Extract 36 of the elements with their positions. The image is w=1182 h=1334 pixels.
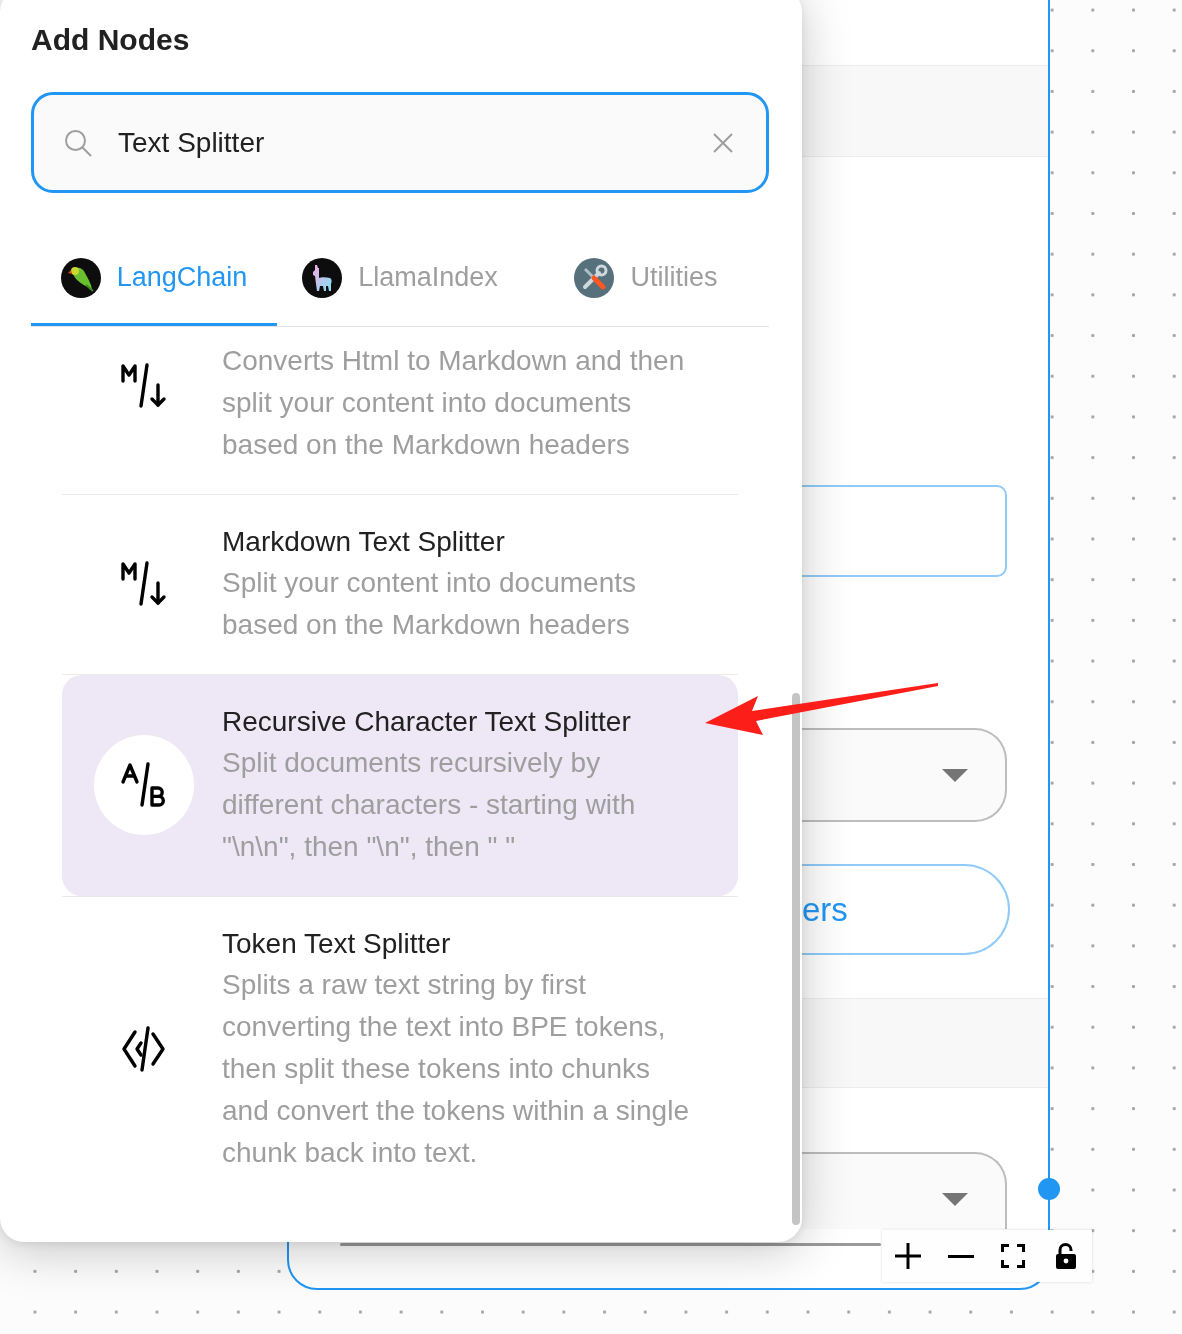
node-list-item[interactable]: Markdown Text Splitter Split your content into documents based on the Markdown headers	[62, 495, 738, 674]
llama-icon	[302, 257, 343, 298]
search-field[interactable]: Text Splitter	[31, 92, 769, 193]
item-title: Token Text Splitter	[222, 927, 452, 961]
item-description: Split your content into documents based on the Markdown headers	[222, 566, 637, 642]
caret-icon	[942, 768, 968, 782]
item-description: Splits a raw text string by first converting the text into BPE tokens, then split these tokens into chunks and convert the tokens within a single chunk back into text.	[222, 968, 690, 1170]
connection-handle[interactable]	[1038, 1178, 1060, 1200]
tab[interactable]: Utilities	[523, 240, 769, 326]
item-title: Recursive Character Text Splitter	[222, 705, 632, 739]
scrollbar-thumb[interactable]	[792, 693, 800, 1225]
tools-icon	[574, 257, 615, 298]
plus-icon	[895, 1243, 922, 1269]
markdown-icon	[120, 363, 168, 409]
pill-button[interactable]: ers	[802, 864, 1010, 955]
code-brackets-icon	[120, 1026, 168, 1072]
tab[interactable]: LangChain	[31, 240, 277, 326]
dropdown-field[interactable]	[802, 1152, 1007, 1229]
dropdown-field[interactable]	[802, 728, 1007, 822]
item-title: Markdown Text Splitter	[222, 525, 506, 559]
lock-icon	[1055, 1243, 1076, 1269]
caret-icon	[942, 1193, 968, 1206]
parrot-icon	[60, 257, 101, 298]
node-list-item[interactable]: Token Text Splitter Splits a raw text string by first converting the text into BPE tokens, then split these tokens into chunks and convert the tokens within a single chunk back into text.	[62, 897, 738, 1202]
item-description: Converts Html to Markdown and then split your content into documents based on the Markdown headers	[222, 344, 686, 462]
markdown-icon	[120, 561, 168, 607]
node-list-item[interactable]: Recursive Character Text Splitter Split documents recursively by different characters - starting with "\n\n", then "\n", then " "	[62, 675, 738, 896]
tab[interactable]: LlamaIndex	[277, 240, 523, 326]
input-field[interactable]	[802, 485, 1007, 577]
close-icon[interactable]	[713, 132, 733, 153]
fit-view-icon	[1001, 1244, 1026, 1268]
minus-icon	[947, 1254, 974, 1258]
node-list-item[interactable]: Converts Html to Markdown and then split your content into documents based on the Markdown headers	[62, 327, 738, 494]
panel-title: Add Nodes	[31, 22, 190, 58]
item-description: Split documents recursively by different characters - starting with "\n\n", then "\n", then " "	[222, 746, 637, 864]
search-icon	[64, 128, 92, 157]
